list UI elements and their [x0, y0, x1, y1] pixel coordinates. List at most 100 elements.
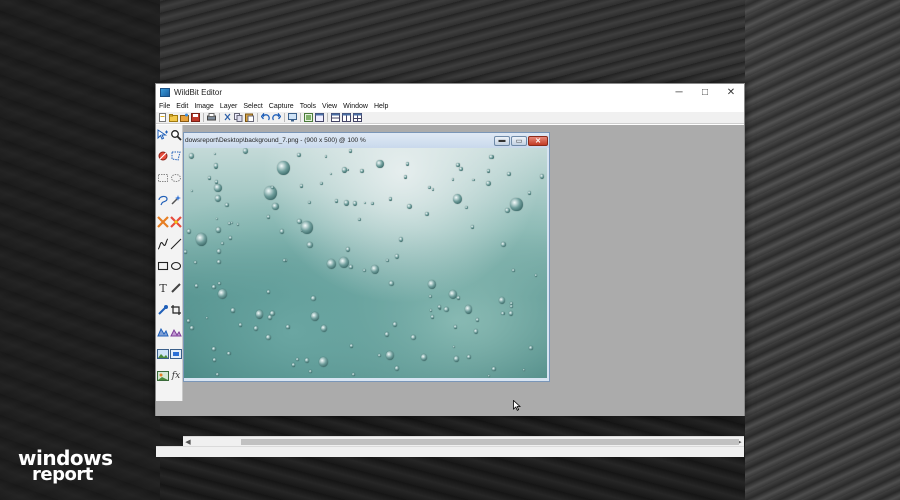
- redo-icon[interactable]: [272, 113, 281, 122]
- zoom-icon[interactable]: [170, 129, 182, 141]
- ellipse-select-icon[interactable]: [170, 172, 182, 184]
- water-droplet: [205, 317, 208, 320]
- blur-icon[interactable]: [170, 326, 182, 338]
- scroll-thumb[interactable]: [241, 438, 739, 445]
- water-droplet: [428, 294, 433, 299]
- menu-layer[interactable]: Layer: [220, 103, 238, 110]
- open-folder-icon[interactable]: [180, 113, 189, 122]
- water-droplet: [386, 350, 395, 360]
- maximize-button[interactable]: □: [692, 84, 718, 101]
- water-droplet: [466, 354, 471, 360]
- menu-window[interactable]: Window: [343, 103, 368, 110]
- freeform-select-icon[interactable]: [157, 194, 169, 206]
- water-droplet: [501, 311, 505, 316]
- water-droplet: [196, 233, 208, 246]
- line-icon[interactable]: [170, 238, 182, 250]
- menu-help[interactable]: Help: [374, 103, 388, 110]
- document-close-button[interactable]: ✕: [528, 135, 548, 146]
- print-icon[interactable]: [207, 113, 216, 122]
- water-droplet: [539, 173, 544, 179]
- water-droplet: [213, 152, 216, 156]
- water-droplet: [428, 186, 431, 190]
- layer-icon[interactable]: [157, 370, 169, 382]
- water-droplet: [190, 325, 194, 331]
- menu-file[interactable]: File: [159, 103, 170, 110]
- menu-view[interactable]: View: [322, 103, 337, 110]
- water-droplet: [398, 237, 404, 243]
- scroll-left-icon[interactable]: ◀: [183, 438, 193, 446]
- water-droplet: [522, 368, 526, 372]
- water-droplet: [212, 347, 216, 351]
- document-title: dowsreport\Desktop\background_7.png - (9…: [185, 137, 366, 144]
- water-droplet: [299, 184, 303, 188]
- title-bar[interactable]: WildBit Editor ─ □ ✕: [156, 84, 744, 101]
- brush-icon[interactable]: [170, 282, 182, 294]
- water-droplet: [301, 221, 313, 235]
- ellipse-icon[interactable]: [170, 260, 182, 272]
- water-droplet: [286, 325, 290, 329]
- water-droplet: [405, 162, 409, 166]
- rect-select-icon[interactable]: [157, 172, 169, 184]
- water-droplet: [276, 160, 290, 176]
- water-droplet: [376, 159, 384, 169]
- move-icon[interactable]: [157, 129, 169, 141]
- water-droplet: [395, 365, 400, 371]
- capture-window-icon[interactable]: [315, 113, 324, 122]
- lasso-icon[interactable]: [170, 150, 182, 162]
- capture-icon[interactable]: [304, 113, 313, 122]
- text-icon[interactable]: T: [157, 282, 169, 294]
- water-droplet: [411, 334, 417, 341]
- water-droplet: [320, 181, 324, 186]
- fx-icon[interactable]: fx: [170, 370, 182, 382]
- image-adjust-icon[interactable]: [170, 348, 182, 360]
- water-droplet: [389, 281, 394, 287]
- image-canvas[interactable]: [184, 148, 547, 378]
- copy-icon[interactable]: [234, 113, 243, 122]
- tile-vertical-icon[interactable]: [331, 113, 340, 122]
- water-droplet: [349, 344, 353, 348]
- water-droplet: [220, 241, 224, 245]
- scroll-track[interactable]: [193, 438, 739, 446]
- water-droplet: [363, 201, 367, 205]
- menu-tools[interactable]: Tools: [300, 103, 316, 110]
- open-icon[interactable]: [169, 113, 178, 122]
- image-icon[interactable]: [157, 348, 169, 360]
- crop-icon[interactable]: [170, 304, 182, 316]
- minimize-button[interactable]: ─: [666, 84, 692, 101]
- eyedropper-icon[interactable]: [157, 304, 169, 316]
- undo-icon[interactable]: [261, 113, 270, 122]
- water-droplet: [280, 229, 285, 234]
- rectangle-icon[interactable]: [157, 260, 169, 272]
- new-icon[interactable]: [158, 113, 167, 122]
- magic-wand-icon[interactable]: [170, 194, 182, 206]
- water-droplet: [510, 197, 523, 212]
- water-droplet: [231, 308, 236, 313]
- document-title-bar[interactable]: dowsreport\Desktop\background_7.png - (9…: [184, 133, 549, 148]
- water-droplet: [218, 282, 221, 285]
- document-minimize-button[interactable]: ▬: [494, 135, 510, 146]
- color-replace-icon[interactable]: [157, 216, 169, 228]
- paste-icon[interactable]: [245, 113, 254, 122]
- clone-icon[interactable]: [170, 216, 182, 228]
- menu-edit[interactable]: Edit: [176, 103, 188, 110]
- menu-capture[interactable]: Capture: [269, 103, 294, 110]
- sharpen-icon[interactable]: [157, 326, 169, 338]
- screen-icon[interactable]: [288, 113, 297, 122]
- close-button[interactable]: ✕: [718, 84, 744, 101]
- menu-image[interactable]: Image: [194, 103, 213, 110]
- cut-icon[interactable]: [223, 113, 232, 122]
- document-maximize-button[interactable]: ▭: [511, 135, 527, 146]
- water-droplet: [255, 309, 264, 319]
- water-droplet: [225, 203, 230, 208]
- water-droplet: [291, 363, 295, 367]
- water-droplet: [189, 153, 195, 159]
- horizontal-scrollbar[interactable]: ◀ ▶: [183, 436, 744, 446]
- menu-select[interactable]: Select: [243, 103, 262, 110]
- cascade-icon[interactable]: [353, 113, 362, 122]
- water-droplet: [271, 185, 275, 189]
- tile-horizontal-icon[interactable]: [342, 113, 351, 122]
- eraser-icon[interactable]: [157, 150, 169, 162]
- curve-icon[interactable]: [157, 238, 169, 250]
- water-droplet: [319, 357, 329, 368]
- save-icon[interactable]: [191, 113, 200, 122]
